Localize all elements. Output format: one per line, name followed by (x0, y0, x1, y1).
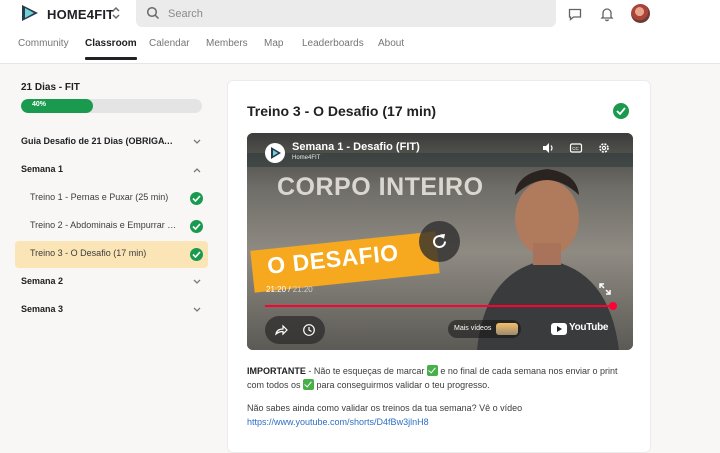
check-circle-icon (190, 220, 203, 233)
module-semana-1[interactable]: Semana 1 (15, 157, 208, 184)
brand-name[interactable]: HOME4FIT (47, 7, 114, 22)
lesson-title: Treino 3 - O Desafio (17 min) (247, 103, 437, 119)
replay-button[interactable] (419, 221, 460, 262)
tab-members[interactable]: Members (206, 38, 248, 60)
time-total: 21:20 (292, 285, 313, 294)
description-text: Não sabes ainda como validar os treinos … (247, 403, 523, 413)
chevron-down-icon (193, 279, 201, 284)
module-semana-3[interactable]: Semana 3 (15, 297, 208, 324)
bell-icon[interactable] (599, 6, 615, 22)
tab-map[interactable]: Map (264, 38, 283, 60)
video-progress-bar[interactable] (265, 305, 615, 307)
top-bar: HOME4FIT Community Classroom Calendar Me… (0, 0, 720, 64)
check-emoji-icon (426, 365, 438, 376)
settings-gear-icon[interactable] (597, 141, 611, 155)
tab-classroom[interactable]: Classroom (85, 38, 137, 60)
module-label: Semana 3 (21, 304, 64, 314)
video-actions (265, 316, 325, 344)
replay-icon (433, 234, 447, 249)
tab-leaderboards[interactable]: Leaderboards (302, 38, 364, 60)
more-videos-button[interactable]: Mais vídeos (448, 320, 522, 338)
important-label: IMPORTANTE (247, 366, 306, 376)
search-input[interactable] (168, 4, 538, 23)
youtube-wordmark: YouTube (569, 322, 609, 333)
lesson-treino-2[interactable]: Treino 2 - Abdominais e Empurrar (20 min… (15, 213, 208, 240)
lesson-treino-1[interactable]: Treino 1 - Pernas e Puxar (25 min) (15, 185, 208, 212)
module-semana-2[interactable]: Semana 2 (15, 269, 208, 296)
check-emoji-icon (303, 379, 315, 390)
chevron-down-icon (193, 307, 201, 312)
chevron-updown-icon[interactable] (110, 5, 122, 21)
channel-logo-icon[interactable] (265, 143, 285, 163)
course-title: 21 Dias - FIT (21, 82, 80, 93)
progress-label: 40% (32, 101, 47, 108)
description-text: para conseguirmos validar o teu progress… (314, 380, 490, 390)
lesson-label: Treino 3 - O Desafio (17 min) (30, 248, 147, 258)
tab-about[interactable]: About (378, 38, 404, 60)
watch-later-icon[interactable] (302, 323, 316, 337)
description-text: - Não te esqueças de marcar (305, 366, 427, 376)
share-icon[interactable] (274, 323, 288, 337)
more-videos-thumbnail (496, 323, 519, 335)
check-circle-icon (190, 192, 203, 205)
module-label: Semana 2 (21, 276, 64, 286)
lesson-card: Treino 3 - O Desafio (17 min) Semana 1 -… (227, 80, 651, 453)
course-sidebar: 21 Dias - FIT 40% Guia Desafio de 21 Dia… (0, 65, 224, 453)
check-circle-icon (190, 248, 203, 261)
lesson-label: Treino 2 - Abdominais e Empurrar (20 min… (30, 220, 178, 230)
search-icon (146, 6, 160, 20)
thumbnail-text-top: CORPO INTEIRO (277, 173, 484, 201)
tab-calendar[interactable]: Calendar (149, 38, 190, 60)
video-link[interactable]: https://www.youtube.com/shorts/D4fBw3jln… (247, 417, 429, 427)
captions-icon[interactable]: CC (569, 141, 583, 155)
avatar[interactable] (631, 4, 650, 23)
time-current: 21:20 (266, 285, 287, 294)
tab-community[interactable]: Community (18, 38, 69, 60)
lesson-complete-icon[interactable] (613, 103, 629, 119)
course-progress-bar: 40% (21, 99, 202, 113)
description-paragraph: Não sabes ainda como validar os treinos … (247, 401, 637, 429)
module-label: Semana 1 (21, 164, 64, 174)
chat-icon[interactable] (567, 6, 583, 22)
svg-text:CC: CC (572, 146, 579, 151)
video-scrubber-handle[interactable] (609, 302, 617, 310)
description-paragraph: IMPORTANTE - Não te esqueças de marcar e… (247, 364, 637, 392)
search-bar[interactable] (136, 0, 556, 27)
volume-icon[interactable] (541, 141, 555, 155)
lesson-description: IMPORTANTE - Não te esqueças de marcar e… (247, 364, 637, 438)
more-videos-label: Mais vídeos (454, 325, 492, 332)
logo-icon[interactable] (20, 4, 40, 22)
lesson-treino-3[interactable]: Treino 3 - O Desafio (17 min) (15, 241, 208, 268)
video-channel: Home4FIT (292, 155, 321, 161)
video-player[interactable]: Semana 1 - Desafio (FIT) Home4FIT CC COR… (247, 133, 633, 350)
video-time: 21:20 / 21:20 (266, 285, 313, 294)
chevron-up-icon (193, 168, 201, 173)
video-title[interactable]: Semana 1 - Desafio (FIT) (292, 141, 420, 153)
chevron-down-icon (193, 139, 201, 144)
youtube-play-icon (551, 323, 567, 335)
lesson-label: Treino 1 - Pernas e Puxar (25 min) (30, 192, 169, 202)
module-guia[interactable]: Guia Desafio de 21 Dias (OBRIGATÓRIO) (15, 129, 208, 156)
fullscreen-icon[interactable] (598, 282, 612, 296)
module-label: Guia Desafio de 21 Dias (OBRIGATÓRIO) (21, 136, 177, 146)
